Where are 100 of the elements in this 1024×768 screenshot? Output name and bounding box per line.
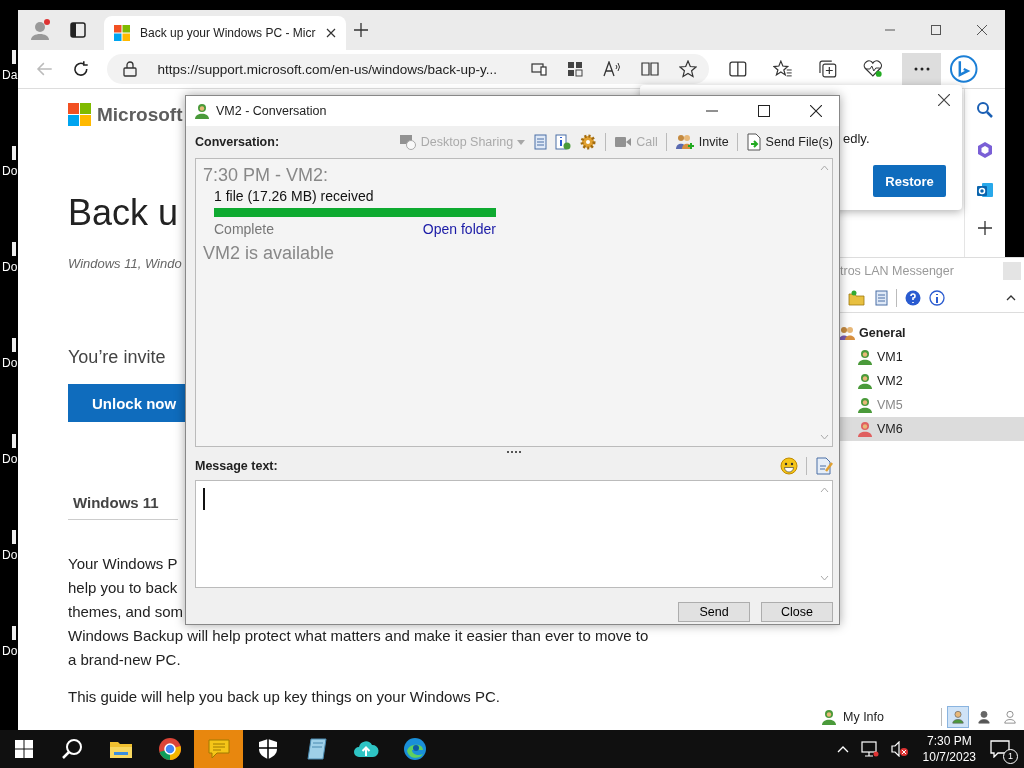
- cloud-upload-icon: [352, 739, 379, 759]
- maximize-icon[interactable]: [931, 25, 941, 35]
- split-screen-icon[interactable]: [729, 61, 748, 77]
- collections-icon[interactable]: [818, 60, 837, 78]
- heart-pulse-icon[interactable]: [862, 60, 883, 78]
- refresh-icon[interactable]: [71, 60, 90, 78]
- clock-date[interactable]: 10/7/2023: [922, 749, 976, 765]
- favorite-star-icon[interactable]: [679, 60, 698, 78]
- status-button[interactable]: [948, 707, 968, 727]
- popup-message: edly.: [843, 131, 870, 146]
- toolbar-button[interactable]: Send File(s): [745, 133, 833, 151]
- open-folder-link[interactable]: Open folder: [422, 221, 496, 237]
- contact-item[interactable]: VM6: [838, 417, 1024, 441]
- smiley-icon[interactable]: [780, 457, 798, 475]
- dialog-button[interactable]: Close: [761, 602, 833, 622]
- address-bar[interactable]: https://support.microsoft.com/en-us/windows/back-up-y...: [107, 54, 710, 84]
- person-icon: [977, 709, 991, 725]
- chat-bubble-icon[interactable]: [949, 54, 979, 84]
- windows-start-icon[interactable]: [15, 740, 33, 758]
- close-icon[interactable]: [810, 105, 822, 117]
- unlock-button[interactable]: Unlock now: [68, 384, 188, 422]
- dialog-button[interactable]: Send: [678, 602, 750, 622]
- search-icon[interactable]: [976, 101, 994, 119]
- transfer-status: Complete: [214, 221, 274, 237]
- desktop-icon-label[interactable]: Do: [2, 644, 18, 658]
- status-message: VM2 is available: [203, 243, 336, 264]
- notification-count: 1: [1003, 749, 1018, 764]
- browser-tab[interactable]: Back up your Windows PC - Micr: [104, 16, 346, 50]
- gear-icon[interactable]: [579, 133, 598, 151]
- notification-icon: [990, 740, 1010, 758]
- browser-icon: [402, 737, 427, 761]
- desktop-icon-label[interactable]: Do: [2, 356, 18, 370]
- group-name[interactable]: General: [859, 326, 906, 340]
- browser-icon: [157, 737, 182, 761]
- send-file-icon: [745, 133, 762, 151]
- body-text: Your Windows P: [68, 554, 179, 574]
- grid-icon[interactable]: [567, 61, 584, 77]
- read-aloud-icon[interactable]: [603, 61, 622, 77]
- applies-to-text: Windows 11, Windo: [68, 256, 182, 271]
- person-icon: [1003, 709, 1017, 725]
- outlook-icon[interactable]: [976, 181, 994, 199]
- brand-name[interactable]: Microsoft: [97, 103, 183, 126]
- info-icon[interactable]: [929, 290, 945, 306]
- speech-bubble-icon: [206, 738, 231, 760]
- speaker-muted-icon[interactable]: [890, 741, 909, 757]
- body-text: This guide will help you back up key things on your Windows PC.: [68, 688, 500, 705]
- window-title: tros LAN Messenger: [840, 264, 955, 278]
- message-header: 7:30 PM - VM2:: [203, 165, 330, 186]
- transfer-text: 1 file (17.26 MB) received: [214, 188, 375, 204]
- chevron-up-icon[interactable]: [836, 745, 849, 753]
- immersive-reader-icon[interactable]: [641, 61, 660, 77]
- camera-icon: [614, 135, 633, 149]
- favorites-icon[interactable]: [773, 60, 793, 78]
- text-cursor: [203, 488, 205, 510]
- app-available-icon[interactable]: [531, 62, 548, 76]
- clock-time[interactable]: 7:30 PM: [926, 733, 972, 749]
- help-icon[interactable]: [905, 290, 921, 306]
- more-icon: [913, 67, 930, 71]
- body-text: a brand-new PC.: [68, 650, 182, 670]
- hexagon-app-icon[interactable]: [976, 141, 994, 159]
- close-icon[interactable]: [326, 28, 336, 38]
- maximize-icon[interactable]: [758, 105, 770, 117]
- toolbar-button[interactable]: Invite: [674, 134, 729, 150]
- group-icon: [839, 326, 855, 340]
- network-icon[interactable]: [860, 741, 879, 757]
- desktop-icon-label[interactable]: Do: [2, 548, 18, 562]
- lock-icon: [123, 61, 138, 77]
- profile-icon[interactable]: [28, 18, 52, 42]
- body-text: themes, and som: [68, 602, 185, 622]
- contact-item[interactable]: VM2: [838, 369, 1024, 393]
- search-icon[interactable]: [61, 738, 83, 760]
- tab-actions-icon[interactable]: [70, 22, 86, 38]
- desktop-icon-label[interactable]: Do: [2, 260, 18, 274]
- close-icon[interactable]: [977, 25, 987, 35]
- close-icon[interactable]: [938, 94, 950, 106]
- contact-item[interactable]: VM1: [838, 345, 1024, 369]
- info-icon[interactable]: [555, 134, 572, 150]
- window-title: VM2 - Conversation: [216, 104, 327, 118]
- new-tab-icon[interactable]: [354, 23, 368, 37]
- desktop-icon-label[interactable]: Da: [2, 68, 18, 82]
- section-tab[interactable]: Windows 11: [68, 494, 178, 520]
- message-label: Message text:: [195, 459, 278, 473]
- body-text: Windows Backup will help protect what matters and make it easier than ever to move to: [68, 626, 649, 646]
- invite-text: You’re invite: [68, 347, 166, 368]
- folder-icon[interactable]: [848, 290, 866, 306]
- shield-icon: [257, 738, 278, 760]
- restore-button[interactable]: Restore: [873, 165, 946, 197]
- page-heading: Back u: [68, 192, 179, 234]
- person-icon: [951, 709, 965, 725]
- add-people-icon: [674, 134, 695, 150]
- person-icon: [821, 709, 837, 725]
- my-info-button[interactable]: My Info: [843, 710, 884, 724]
- conversation-label: Conversation:: [195, 135, 280, 149]
- desktop-icon-label[interactable]: Do: [2, 452, 18, 466]
- add-icon[interactable]: [978, 221, 992, 235]
- desktop-icon-label[interactable]: Do: [2, 164, 18, 178]
- microsoft-logo-icon[interactable]: [68, 103, 91, 126]
- body-text: help you to back: [68, 578, 179, 598]
- microsoft-logo-icon: [114, 25, 130, 41]
- collapse-icon[interactable]: [1006, 295, 1016, 301]
